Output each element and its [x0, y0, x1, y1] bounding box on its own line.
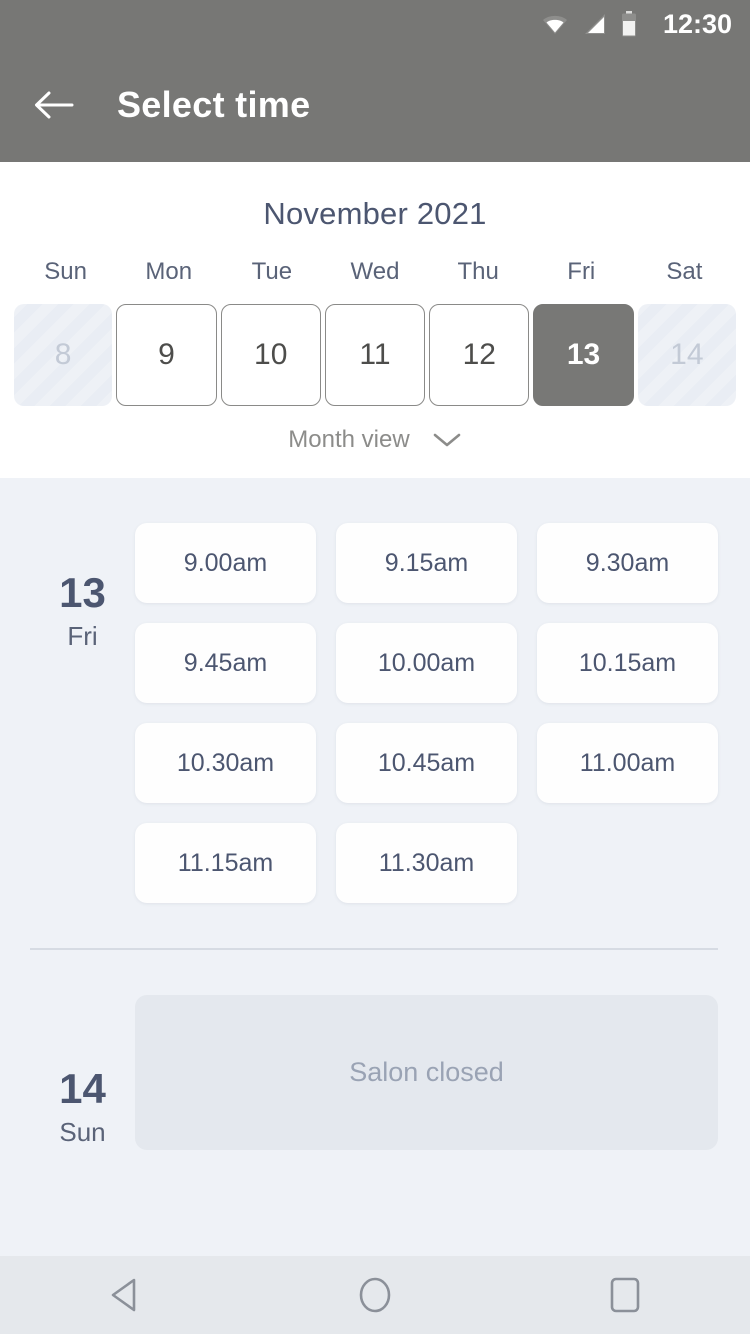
weekday-label: Tue	[251, 258, 293, 285]
chevron-down-icon	[432, 431, 462, 449]
time-slot[interactable]: 10.45am	[336, 723, 517, 803]
calendar-panel: November 2021 Sun Mon Tue Wed Thu Fri Sa…	[0, 162, 750, 478]
time-slot[interactable]: 9.00am	[135, 523, 316, 603]
month-title: November 2021	[263, 196, 487, 231]
weekday-label: Sat	[666, 258, 703, 285]
month-view-label: Month view	[288, 426, 410, 453]
app-root: 12:30 Select time November 2021 Sun Mon …	[0, 0, 750, 1334]
time-slot[interactable]: 11.00am	[537, 723, 718, 803]
weekday-header-row: Sun Mon Tue Wed Thu Fri Sat	[0, 258, 750, 286]
time-slot[interactable]: 11.15am	[135, 823, 316, 903]
weekday-label: Mon	[145, 258, 193, 285]
day-label-14: 14 Sun	[30, 995, 135, 1150]
schedule-day-13: 13 Fri 9.00am 9.15am 9.30am 9.45am 10.00…	[0, 478, 750, 903]
time-slot[interactable]: 11.30am	[336, 823, 517, 903]
time-slot-grid: 9.00am 9.15am 9.30am 9.45am 10.00am 10.1…	[135, 523, 718, 903]
time-slot[interactable]: 10.15am	[537, 623, 718, 703]
schedule-day-14: 14 Sun Salon closed	[0, 950, 750, 1150]
android-nav-bar	[0, 1256, 750, 1334]
time-slot[interactable]: 10.00am	[336, 623, 517, 703]
day-cell-10[interactable]: 10	[220, 304, 321, 406]
app-bar: Select time	[0, 48, 750, 162]
arrow-left-icon	[34, 88, 74, 122]
weekday-label: Fri	[567, 258, 596, 285]
day-cell-8: 8	[14, 304, 113, 406]
day-label-number: 13	[59, 569, 106, 616]
time-slot[interactable]: 9.45am	[135, 623, 316, 703]
nav-home-button[interactable]	[320, 1256, 430, 1334]
day-label-13: 13 Fri	[30, 523, 135, 903]
nav-back-button[interactable]	[70, 1256, 180, 1334]
status-bar: 12:30	[0, 0, 750, 48]
time-slot[interactable]: 10.30am	[135, 723, 316, 803]
salon-closed-card: Salon closed	[135, 995, 718, 1150]
day-cell-14: 14	[637, 304, 736, 406]
day-cell-12[interactable]: 12	[429, 304, 530, 406]
day-label-dow: Sun	[59, 1117, 106, 1148]
time-slot[interactable]: 9.30am	[537, 523, 718, 603]
day-label-dow: Fri	[67, 621, 98, 652]
day-cell-11[interactable]: 11	[324, 304, 426, 406]
status-time: 12:30	[662, 8, 732, 39]
weekday-label: Sun	[44, 258, 87, 285]
wifi-icon	[541, 11, 569, 37]
calendar-days-row: 8 9 10 11 12 13 14	[0, 304, 750, 406]
back-triangle-icon	[108, 1277, 142, 1313]
recents-square-icon	[609, 1276, 641, 1314]
back-button[interactable]	[21, 72, 87, 138]
page-title: Select time	[117, 84, 311, 125]
battery-icon	[621, 11, 637, 37]
day-label-number: 14	[59, 1065, 106, 1112]
time-slot[interactable]: 9.15am	[336, 523, 517, 603]
weekday-label: Wed	[350, 258, 400, 285]
status-icons: 12:30	[541, 8, 732, 39]
home-circle-icon	[357, 1276, 393, 1314]
day-cell-9[interactable]: 9	[116, 304, 217, 406]
month-view-toggle[interactable]: Month view	[0, 426, 750, 454]
weekday-label: Thu	[457, 258, 499, 285]
day-cell-13-selected[interactable]: 13	[533, 304, 634, 406]
signal-icon	[583, 12, 607, 36]
schedule-list: 13 Fri 9.00am 9.15am 9.30am 9.45am 10.00…	[0, 478, 750, 1256]
nav-recents-button[interactable]	[570, 1256, 680, 1334]
